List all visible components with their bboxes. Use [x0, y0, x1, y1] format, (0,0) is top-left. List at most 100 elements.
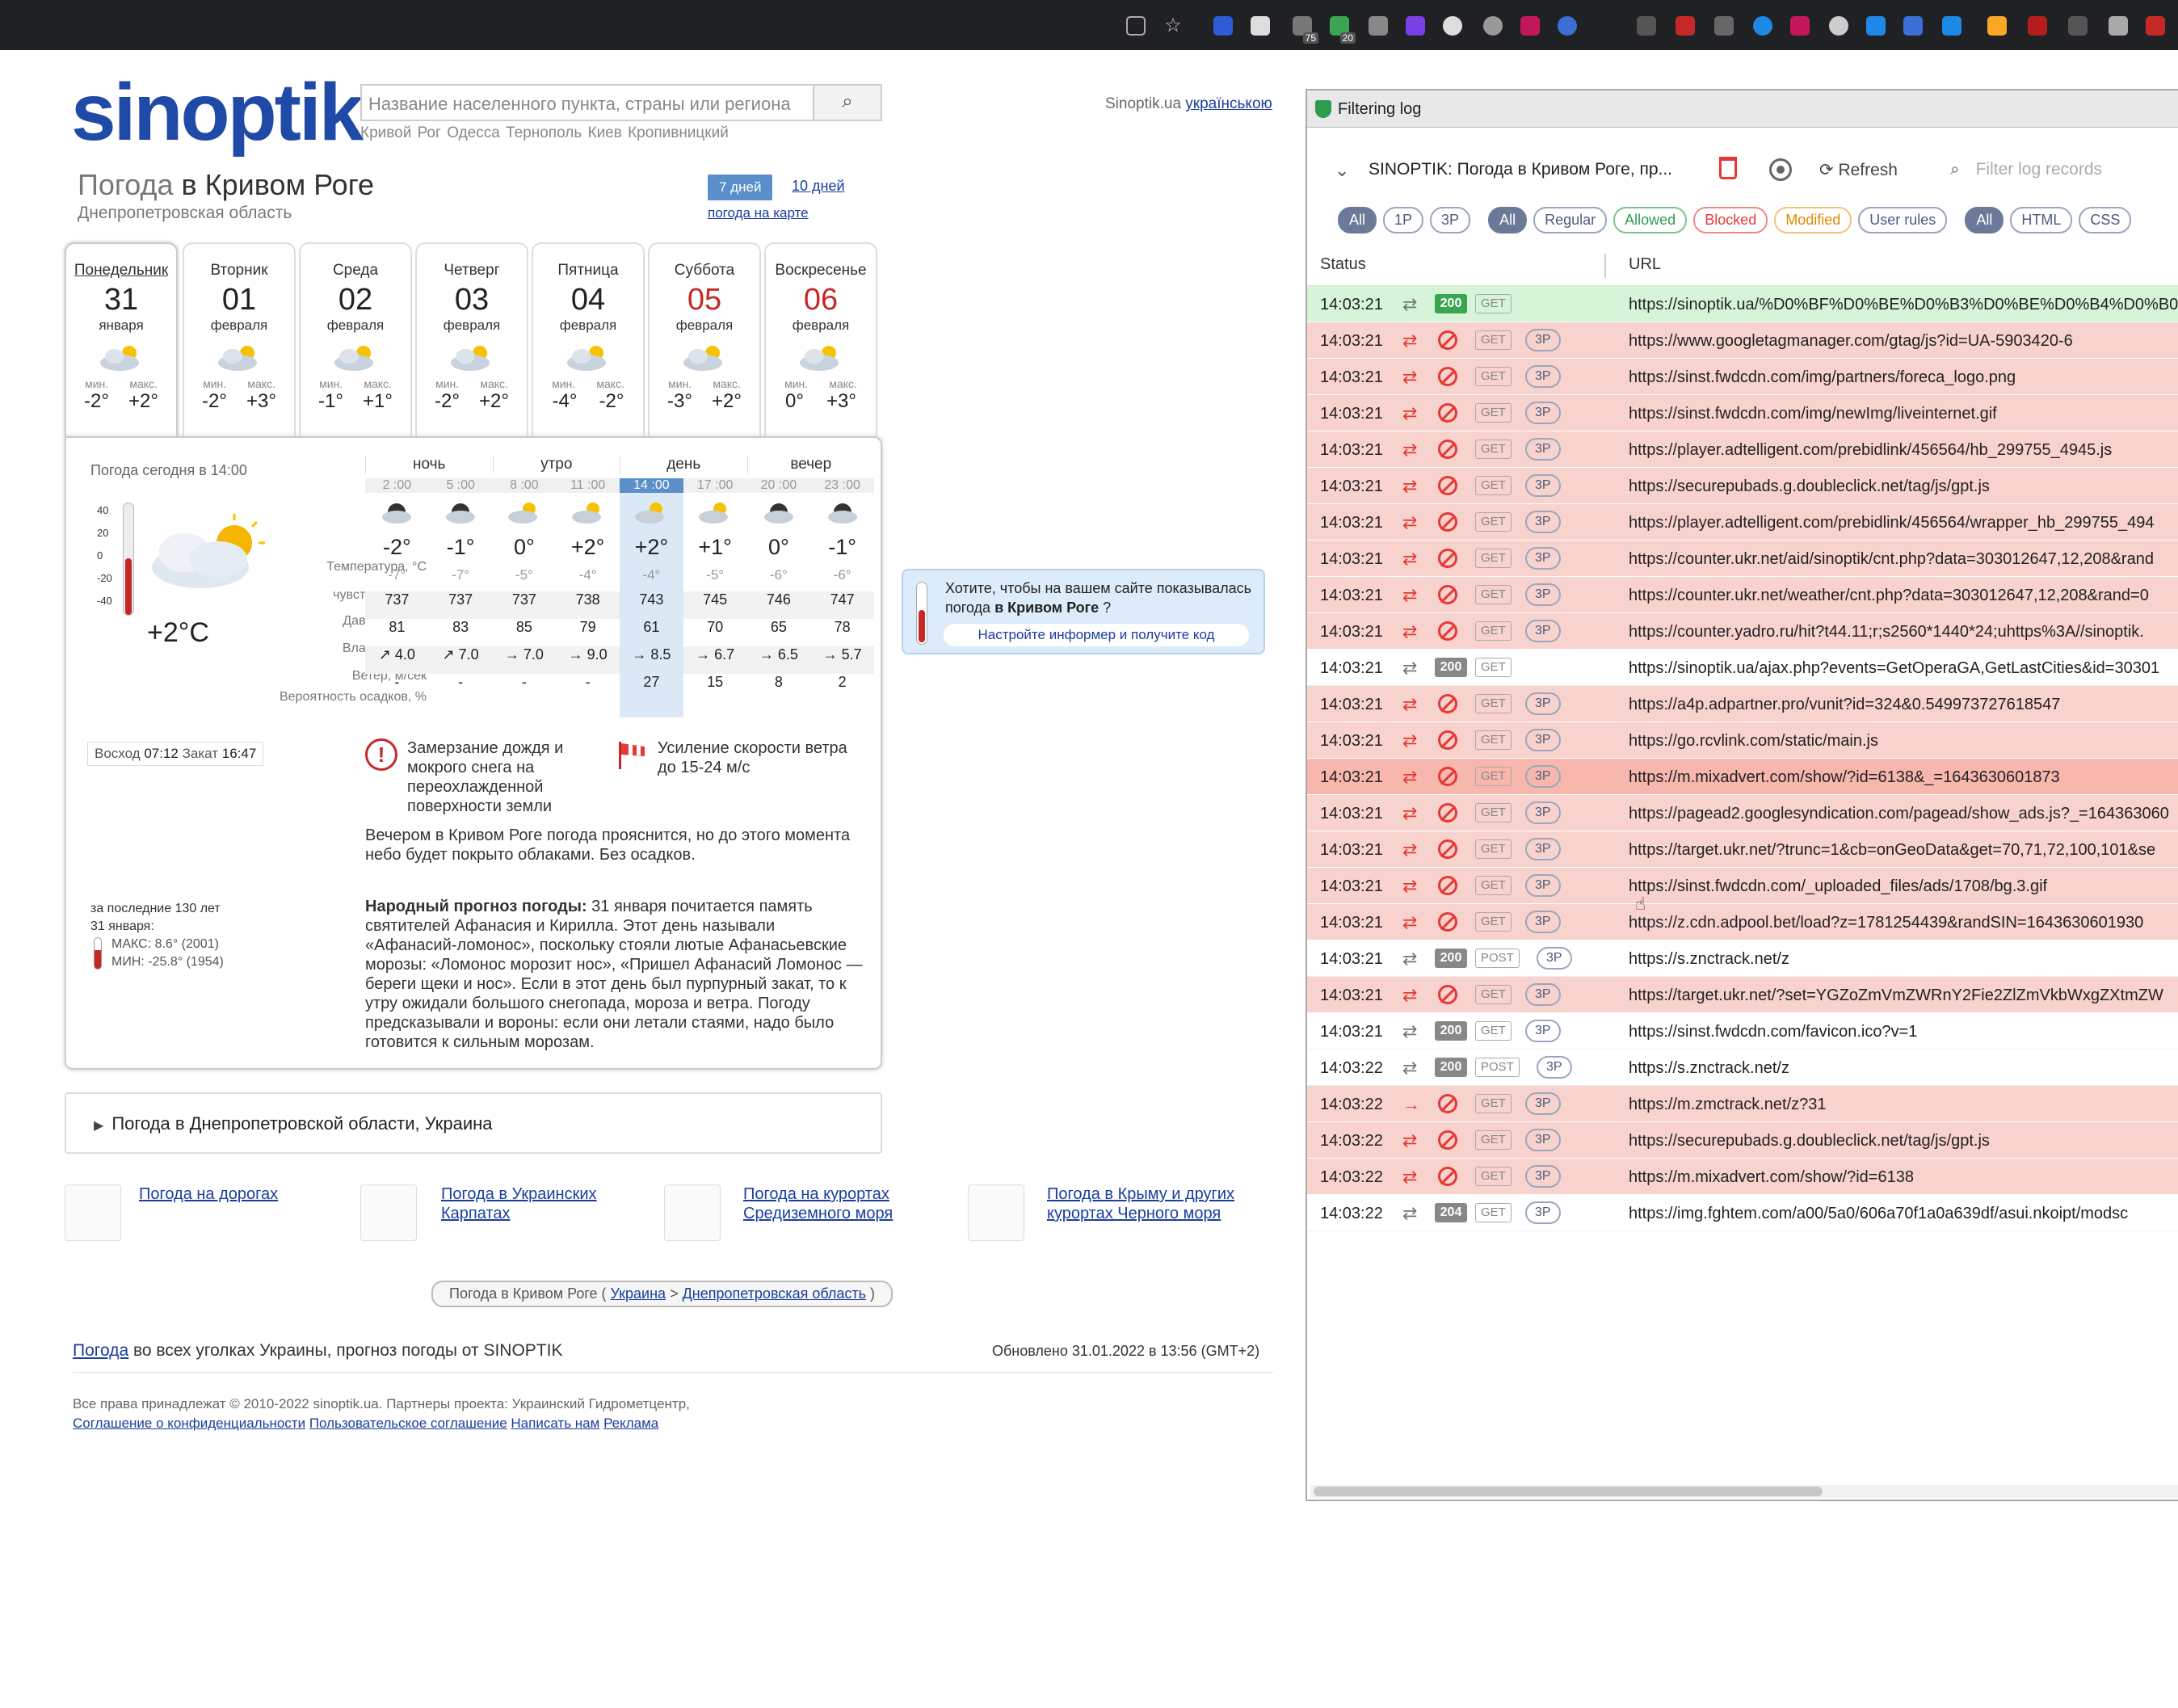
share-icon[interactable]	[1126, 16, 1146, 36]
log-row[interactable]: 14:03:21 ⇄ GET 3P https://sinst.fwdcdn.com/i…	[1307, 359, 2178, 395]
filtering-log-titlebar[interactable]: Filtering log	[1307, 90, 2178, 128]
refresh-button[interactable]: ⟳ Refresh	[1819, 160, 1898, 180]
log-row[interactable]: 14:03:21 ⇄ GET 3P https://go.rcvlink.com/sta…	[1307, 722, 2178, 759]
log-row[interactable]: 14:03:21 ⇄ 200 GET https://sinoptik.ua/%D0%B…	[1307, 286, 2178, 322]
horizontal-scrollbar[interactable]	[1310, 1485, 2178, 1498]
day-tab[interactable]: Четверг 03 февраля мин. макс. -2° +2°	[415, 242, 528, 436]
log-row[interactable]: 14:03:21 ⇄ 200 GET 3P https://sinst.fwdcdn.co…	[1307, 1013, 2178, 1050]
filter-chip-regular[interactable]: Regular	[1533, 207, 1608, 233]
status-column-header[interactable]: Status	[1320, 255, 1366, 274]
ethereum-icon[interactable]	[1406, 16, 1425, 36]
filter-chip-all[interactable]: All	[1488, 207, 1528, 233]
shield-check-icon[interactable]	[1369, 16, 1388, 36]
log-row[interactable]: 14:03:21 ⇄ GET 3P https://counter.yadro.ru/h…	[1307, 613, 2178, 650]
carpathians-weather-link[interactable]: Погода в Украинских Карпатах	[441, 1184, 627, 1223]
log-row[interactable]: 14:03:22 ⇄ GET 3P https://m.mixadvert.com/sh…	[1307, 1159, 2178, 1195]
filter-chip-all[interactable]: All	[1965, 207, 2004, 233]
extension-icon[interactable]	[1753, 16, 1772, 36]
extension-icon[interactable]	[1483, 16, 1503, 36]
url-column-header[interactable]: URL	[1629, 255, 1661, 274]
weather-map-link[interactable]: погода на карте	[708, 205, 809, 221]
log-row[interactable]: 14:03:21 ⇄ GET 3P https://sinst.fwdcdn.com/i…	[1307, 395, 2178, 431]
log-row[interactable]: 14:03:21 ⇄ 200 POST 3P https://s.znctrack.net…	[1307, 940, 2178, 977]
windsurf-icon[interactable]	[968, 1184, 1024, 1241]
filter-chip-blocked[interactable]: Blocked	[1693, 207, 1768, 233]
filter-chip-user-rules[interactable]: User rules	[1858, 207, 1948, 233]
log-row[interactable]: 14:03:21 ⇄ GET 3P https://www.googletagmanag…	[1307, 322, 2178, 359]
log-row[interactable]: 14:03:21 ⇄ GET 3P https://sinst.fwdcdn.com/_…	[1307, 868, 2178, 904]
extension-icon[interactable]	[2028, 16, 2047, 36]
extension-icon[interactable]	[1714, 16, 1734, 36]
day-tab[interactable]: Среда 02 февраля мин. макс. -1° +1°	[299, 242, 412, 436]
crimea-weather-link[interactable]: Погода в Крыму и других курортах Черного…	[1047, 1184, 1273, 1223]
ten-days-link[interactable]: 10 дней	[792, 178, 845, 195]
log-row[interactable]: 14:03:21 ⇄ GET 3P https://target.ukr.net/?tr…	[1307, 831, 2178, 868]
breadcrumb-ukraine[interactable]: Украина	[611, 1285, 666, 1302]
day-tab[interactable]: Воскресенье 06 февраля мин. макс. 0° +3°	[764, 242, 877, 436]
footer-weather-link[interactable]: Погода	[73, 1341, 128, 1360]
adguard-extension-icon[interactable]: 20	[1330, 16, 1356, 44]
log-row[interactable]: 14:03:21 ⇄ GET 3P https://z.cdn.adpool.bet/l…	[1307, 904, 2178, 940]
extension-icon[interactable]	[2146, 16, 2165, 36]
log-row[interactable]: 14:03:21 ⇄ 200 GET https://sinoptik.ua/ajax.…	[1307, 650, 2178, 686]
extension-icon[interactable]	[2068, 16, 2088, 36]
log-row[interactable]: 14:03:21 ⇄ GET 3P https://m.mixadvert.com/sh…	[1307, 759, 2178, 795]
ukrainian-link[interactable]: українською	[1185, 95, 1272, 112]
mediterranean-weather-link[interactable]: Погода на курортах Средиземного моря	[743, 1184, 929, 1223]
bitwarden-icon[interactable]	[1213, 16, 1233, 36]
ads-link[interactable]: Реклама	[603, 1416, 658, 1431]
filter-records-input[interactable]: ⌕ Filter log records	[1950, 160, 2102, 179]
search-input[interactable]: Название населенного пункта, страны или …	[360, 84, 814, 121]
day-tab[interactable]: Суббота 05 февраля мин. макс. -3° +2°	[648, 242, 761, 436]
day-tab[interactable]: Понедельник 31 января мин. макс. -2° +2°	[65, 242, 178, 436]
extension-icon[interactable]	[1676, 16, 1695, 36]
terms-link[interactable]: Пользовательское соглашение	[309, 1416, 507, 1431]
privacy-link[interactable]: Соглашение о конфиденциальности	[73, 1416, 305, 1431]
extension-icon[interactable]	[1903, 16, 1923, 36]
roads-weather-link[interactable]: Погода на дорогах	[139, 1184, 301, 1204]
tab-selector[interactable]: SINOPTIK: Погода в Кривом Роге, пр...	[1369, 160, 1672, 179]
log-row[interactable]: 14:03:21 ⇄ GET 3P https://counter.ukr.net/ai…	[1307, 541, 2178, 577]
filter-chip-modified[interactable]: Modified	[1774, 207, 1852, 233]
column-resizer[interactable]	[1604, 254, 1606, 278]
extension-icon[interactable]	[1520, 16, 1540, 36]
log-row[interactable]: 14:03:21 ⇄ GET 3P https://player.adtelligent…	[1307, 431, 2178, 468]
breadcrumb-region[interactable]: Днепропетровская область	[683, 1285, 866, 1302]
extension-icon[interactable]	[1866, 16, 1886, 36]
quick-city-links[interactable]: Кривой Рог Одесса Тернополь Киев Кропивн…	[360, 124, 729, 142]
extension-icon[interactable]	[1829, 16, 1848, 36]
log-row[interactable]: 14:03:21 ⇄ GET 3P https://counter.ukr.net/we…	[1307, 577, 2178, 613]
search-button[interactable]: ⌕	[813, 84, 882, 121]
road-icon[interactable]	[65, 1184, 121, 1241]
filter-chip-css[interactable]: CSS	[2079, 207, 2132, 233]
extension-icon[interactable]	[1790, 16, 1810, 36]
filter-chip-all[interactable]: All	[1338, 207, 1377, 233]
contact-link[interactable]: Написать нам	[511, 1416, 599, 1431]
log-row[interactable]: 14:03:22 ⇄ 200 POST 3P https://s.znctrack.net…	[1307, 1050, 2178, 1086]
region-expander[interactable]: ▶ Погода в Днепропетровской области, Укра…	[65, 1092, 882, 1154]
informer-banner[interactable]: Хотите, чтобы на вашем сайте показывалас…	[902, 569, 1265, 654]
log-row[interactable]: 14:03:21 ⇄ GET 3P https://securepubads.g.dou…	[1307, 468, 2178, 504]
chevron-down-icon[interactable]: ⌄	[1335, 160, 1349, 181]
qr-code-icon[interactable]	[1251, 16, 1270, 36]
log-row[interactable]: 14:03:22 → GET 3P https://m.zmctrack.net/z?3…	[1307, 1086, 2178, 1122]
extension-badge-icon[interactable]: 75	[1293, 16, 1318, 44]
circle-extension-icon[interactable]	[1443, 16, 1462, 36]
informer-setup-button[interactable]: Настройте информер и получите код	[944, 624, 1249, 646]
log-row[interactable]: 14:03:21 ⇄ GET 3P https://a4p.adpartner.pro/…	[1307, 686, 2178, 722]
palm-tree-icon[interactable]	[664, 1184, 721, 1241]
log-row[interactable]: 14:03:21 ⇄ GET 3P https://target.ukr.net/?se…	[1307, 977, 2178, 1013]
filter-chip-1p[interactable]: 1P	[1383, 207, 1424, 233]
mountains-icon[interactable]	[360, 1184, 417, 1241]
day-tab[interactable]: Пятница 04 февраля мин. макс. -4° -2°	[532, 242, 645, 436]
log-row[interactable]: 14:03:22 ⇄ 204 GET 3P https://img.fghtem.com/…	[1307, 1195, 2178, 1231]
bookmark-star-icon[interactable]: ☆	[1163, 16, 1183, 36]
extension-icon[interactable]	[1942, 16, 1961, 36]
extension-icon[interactable]	[1558, 16, 1577, 36]
extension-icon[interactable]	[1637, 16, 1656, 36]
seven-days-button[interactable]: 7 дней	[708, 175, 773, 200]
extension-icon[interactable]	[2109, 16, 2128, 36]
log-row[interactable]: 14:03:22 ⇄ GET 3P https://securepubads.g.dou…	[1307, 1122, 2178, 1159]
scrollbar-thumb[interactable]	[1314, 1487, 1823, 1496]
day-tab[interactable]: Вторник 01 февраля мин. макс. -2° +3°	[183, 242, 296, 436]
